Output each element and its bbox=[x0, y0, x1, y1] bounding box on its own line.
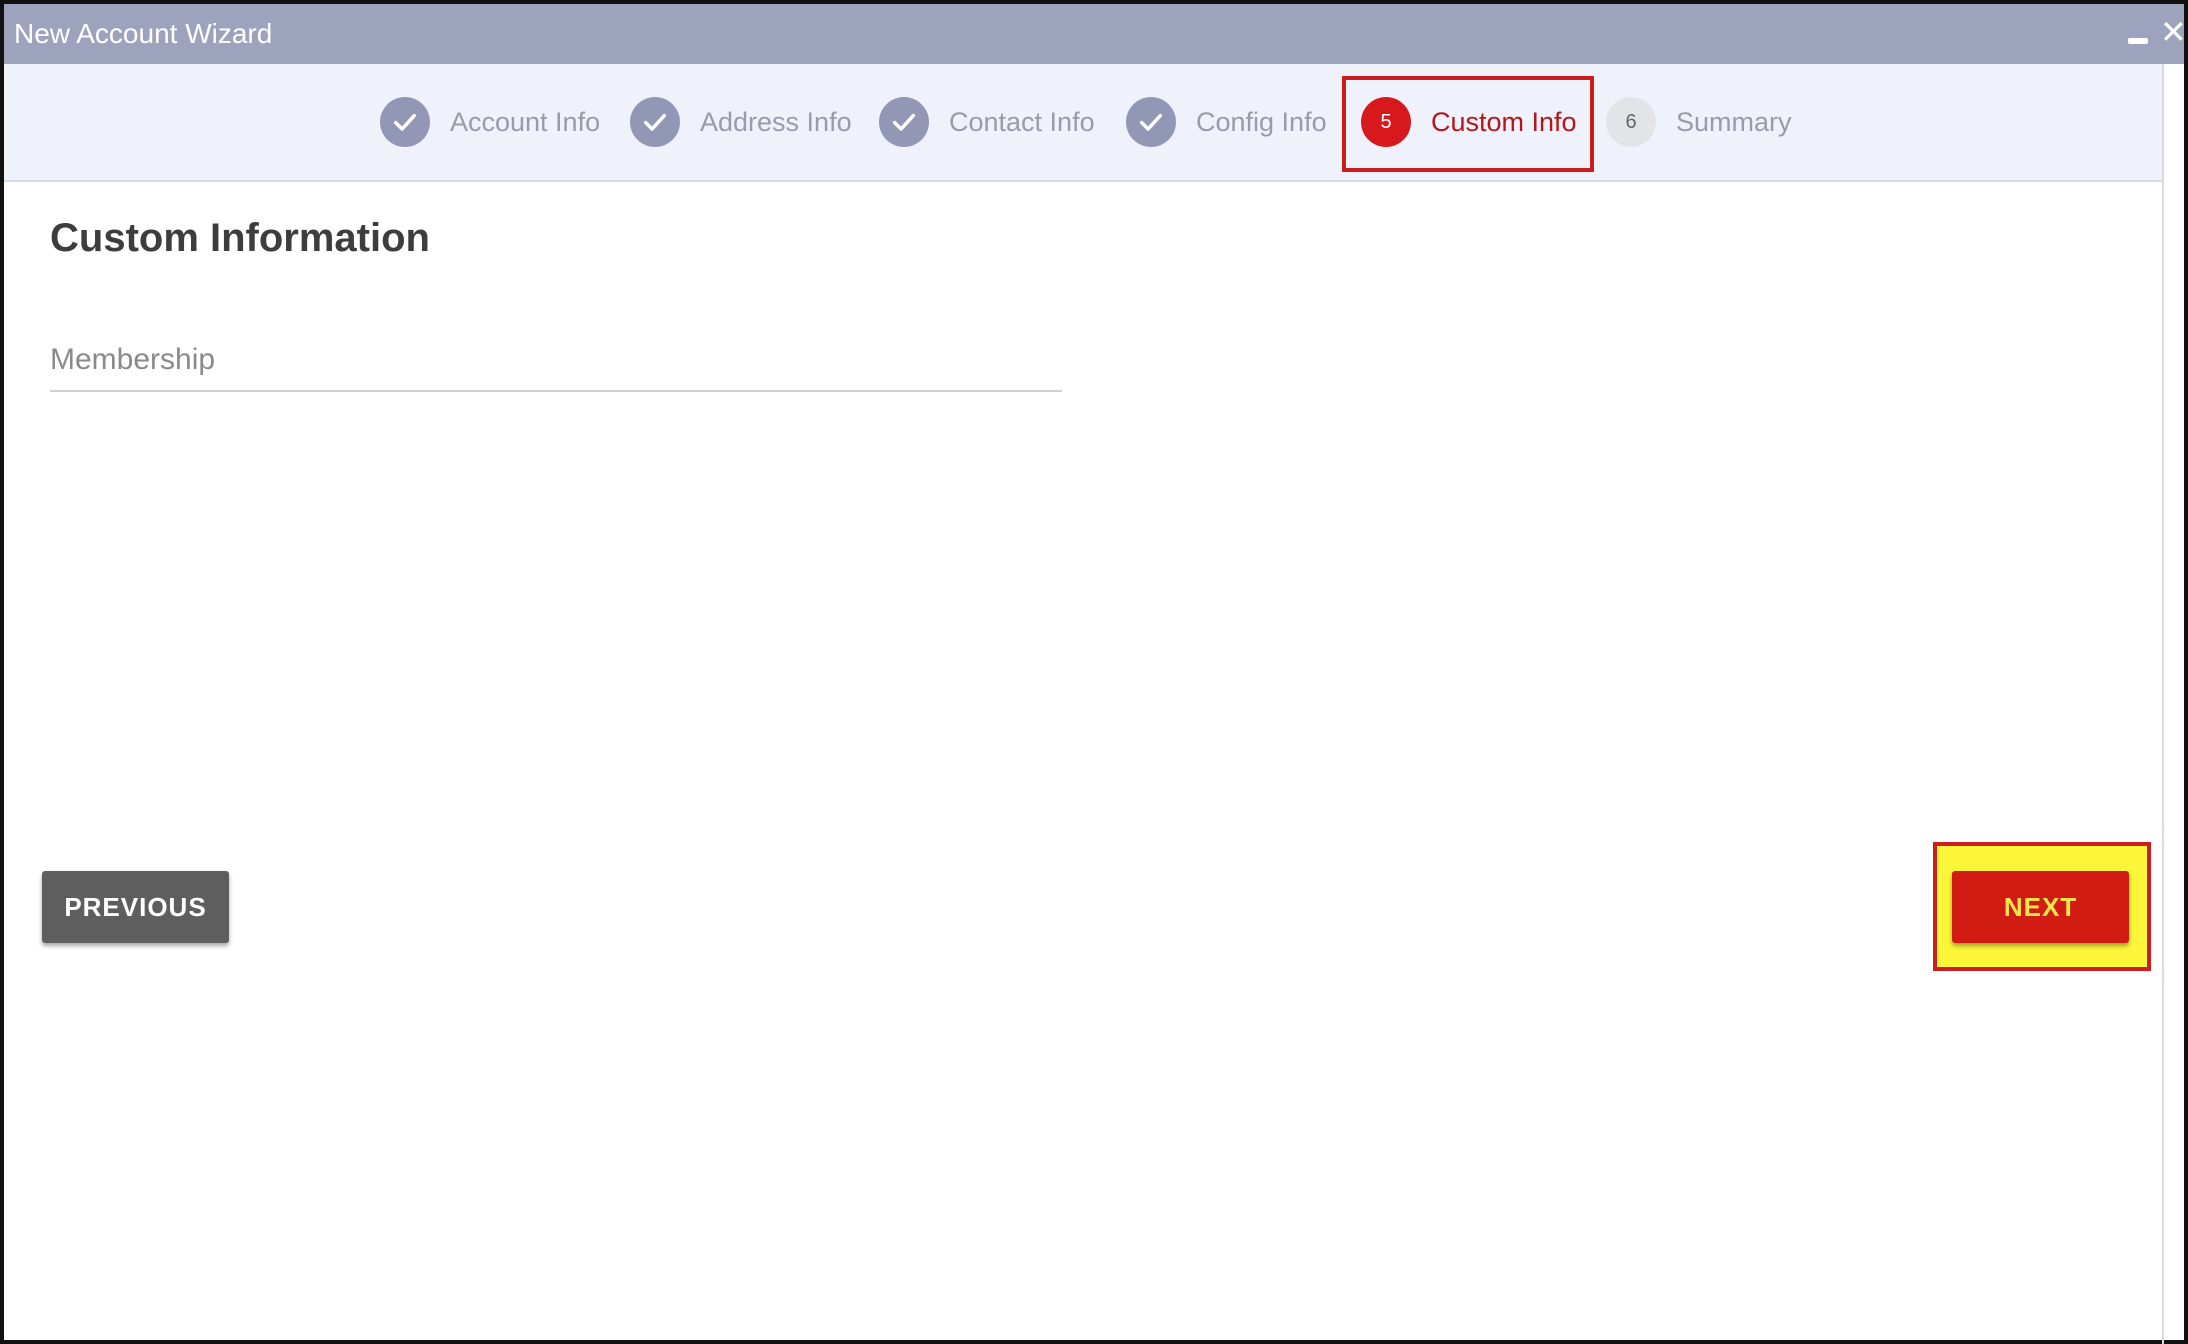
check-icon bbox=[1126, 97, 1176, 147]
step-summary[interactable]: 6 Summary bbox=[1606, 97, 1792, 147]
step-label: Contact Info bbox=[949, 106, 1095, 137]
step-number: 6 bbox=[1606, 97, 1656, 147]
step-label: Address Info bbox=[700, 106, 852, 137]
step-contact-info[interactable]: Contact Info bbox=[879, 97, 1095, 147]
membership-input[interactable] bbox=[50, 332, 1062, 388]
step-account-info[interactable]: Account Info bbox=[380, 97, 600, 147]
next-button[interactable]: NEXT bbox=[1952, 871, 2129, 943]
step-config-info[interactable]: Config Info bbox=[1126, 97, 1327, 147]
membership-field bbox=[50, 332, 1062, 392]
close-icon[interactable]: ✕ bbox=[2160, 16, 2187, 48]
previous-button[interactable]: PREVIOUS bbox=[42, 871, 229, 943]
step-address-info[interactable]: Address Info bbox=[630, 97, 852, 147]
title-bar: New Account Wizard ✕ bbox=[4, 4, 2187, 64]
content-divider bbox=[2162, 64, 2164, 1344]
minimize-icon[interactable] bbox=[2128, 24, 2148, 44]
check-icon bbox=[630, 97, 680, 147]
window-title: New Account Wizard bbox=[14, 18, 273, 49]
step-label: Summary bbox=[1676, 106, 1792, 137]
wizard-window: New Account Wizard ✕ Account Info Addres… bbox=[0, 0, 2188, 1344]
check-icon bbox=[380, 97, 430, 147]
check-icon bbox=[879, 97, 929, 147]
active-step-highlight bbox=[1342, 76, 1594, 172]
step-label: Config Info bbox=[1196, 106, 1327, 137]
wizard-stepper: Account Info Address Info Contact Info C… bbox=[4, 64, 2162, 182]
step-label: Account Info bbox=[450, 106, 601, 137]
section-title: Custom Information bbox=[50, 216, 430, 260]
